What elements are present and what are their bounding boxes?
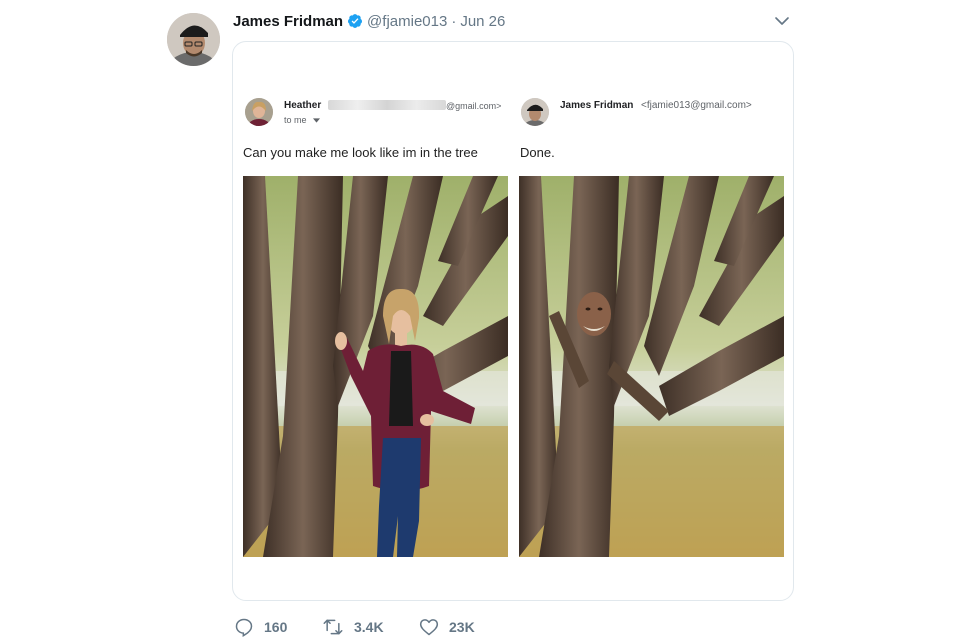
tweet-date[interactable]: Jun 26 xyxy=(460,13,505,30)
like-count: 23K xyxy=(449,619,475,635)
recipient-dropdown-icon xyxy=(313,118,321,123)
display-name[interactable]: James Fridman xyxy=(233,13,343,30)
left-email-body: Can you make me look like im in the tree xyxy=(243,145,478,160)
retweet-icon xyxy=(323,619,343,635)
verified-badge-icon xyxy=(348,14,363,28)
tweet-header: James Fridman @fjamie013 · Jun 26 xyxy=(233,10,505,32)
like-icon xyxy=(419,619,439,636)
reply-icon xyxy=(235,618,253,637)
tweet-media-card[interactable]: Heather @gmail.com> to me Can you make m… xyxy=(232,41,794,601)
heather-avatar xyxy=(245,98,273,126)
chevron-down-icon[interactable] xyxy=(773,12,791,30)
left-sender-domain: @gmail.com> xyxy=(446,101,502,111)
tweet: James Fridman @fjamie013 · Jun 26 Heathe… xyxy=(0,0,960,640)
like-button[interactable]: 23K xyxy=(419,617,475,637)
redacted-email-blur xyxy=(328,100,446,110)
right-sender-name: James Fridman xyxy=(560,100,634,111)
retweet-count: 3.4K xyxy=(354,619,384,635)
right-sender-address: <fjamie013@gmail.com> xyxy=(641,100,752,111)
reply-button[interactable]: 160 xyxy=(234,617,322,637)
left-recipient: to me xyxy=(284,115,321,125)
retweet-button[interactable]: 3.4K xyxy=(322,617,419,637)
james-avatar xyxy=(521,98,549,126)
left-sender-name: Heather xyxy=(284,100,322,111)
right-email-body: Done. xyxy=(520,145,555,160)
handle[interactable]: @fjamie013 xyxy=(367,13,447,30)
tweet-actions: 160 3.4K 23K xyxy=(234,616,475,638)
reply-count: 160 xyxy=(264,619,288,635)
profile-avatar-image xyxy=(167,13,220,66)
right-photo-edited xyxy=(519,176,784,557)
left-photo-original xyxy=(243,176,508,557)
profile-avatar[interactable] xyxy=(167,13,220,66)
separator-dot: · xyxy=(451,12,457,30)
